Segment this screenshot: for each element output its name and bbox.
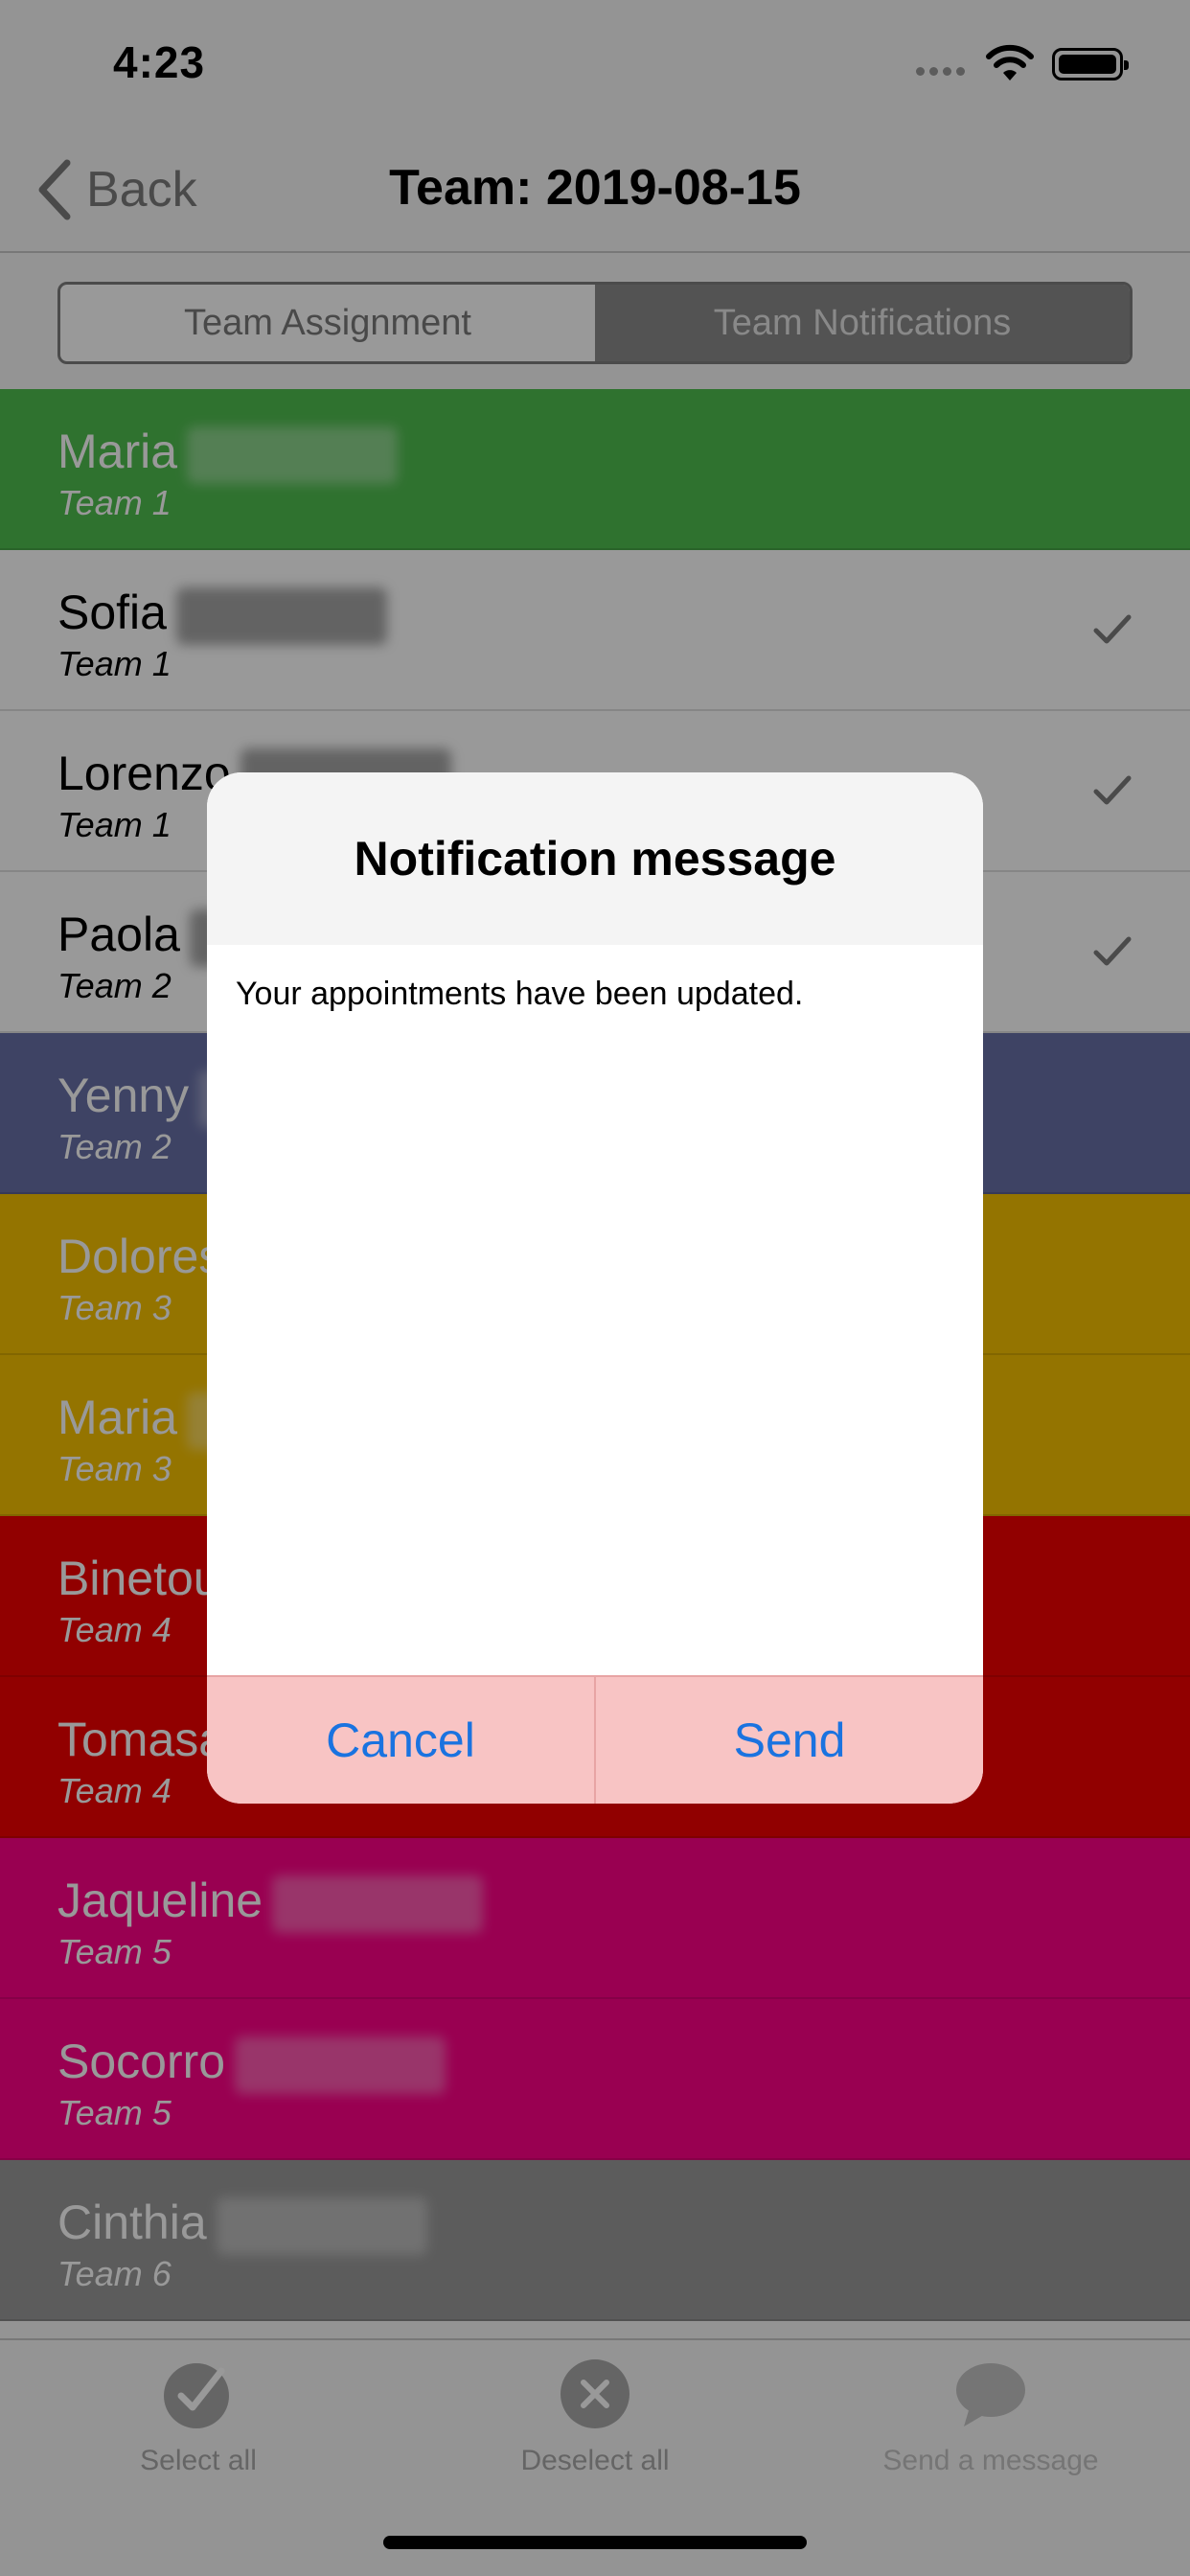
notification-dialog: Notification message Your appointments h… [207,772,983,1804]
message-text-area[interactable]: Your appointments have been updated. [207,945,983,1677]
dialog-header: Notification message [207,772,983,945]
dialog-actions: Cancel Send [207,1675,983,1804]
dialog-title: Notification message [354,832,836,886]
send-button[interactable]: Send [594,1677,983,1804]
cancel-button[interactable]: Cancel [207,1677,594,1804]
